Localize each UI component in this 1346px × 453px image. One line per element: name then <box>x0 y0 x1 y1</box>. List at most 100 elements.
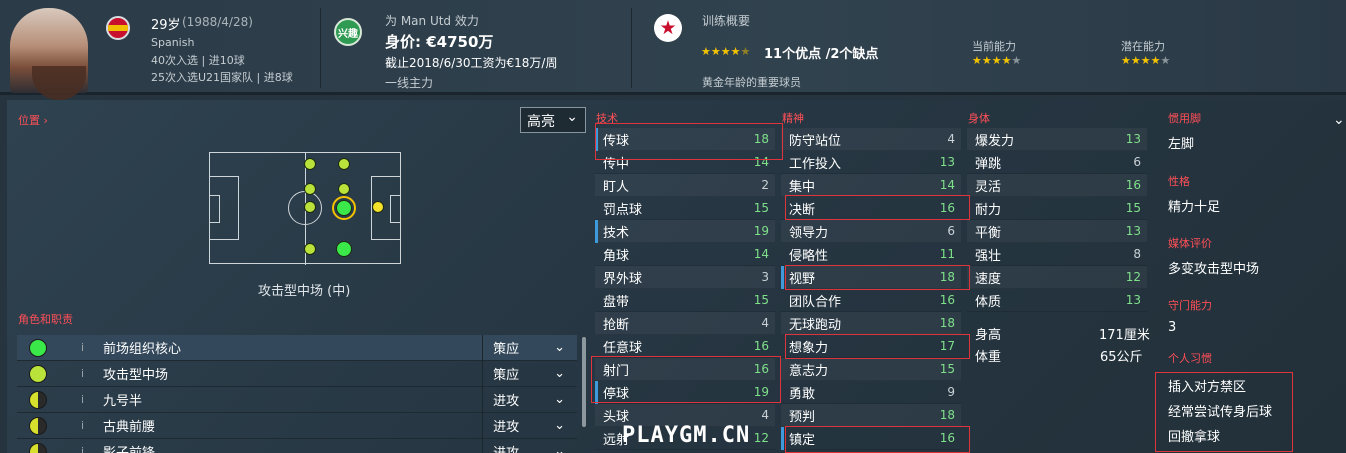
duty-dropdown[interactable]: 进攻 ⌄ <box>482 412 577 439</box>
attribute-row[interactable]: 集中 14 <box>781 174 961 197</box>
roles-list: i前场组织核心策应⌄i攻击型中场策应⌄i九号半进攻⌄i古典前腰进攻⌄i影子前锋进… <box>17 334 577 453</box>
physical-attributes: 爆发力 13 弹跳 6 灵活 16 耐力 15 平衡 13 强壮 8 速度 12 体质 13 <box>967 128 1147 312</box>
attribute-row[interactable]: 预判 18 <box>781 404 961 427</box>
role-row[interactable]: i 前场组织核心 策应 ⌄ <box>17 334 577 361</box>
highlight-dropdown[interactable]: 高亮 ⌄ <box>520 107 586 133</box>
spain-flag-icon <box>106 16 130 40</box>
key-attribute-box <box>785 426 970 453</box>
personality-label: 性格 <box>1168 175 1190 188</box>
attribute-row[interactable]: 技术 19 <box>595 220 775 243</box>
role-suitability-icon <box>29 390 47 409</box>
position-dot <box>304 158 316 170</box>
attribute-value: 16 <box>939 293 955 307</box>
attribute-row[interactable]: 体质 13 <box>967 289 1147 312</box>
role-name: 影子前锋 <box>103 442 482 453</box>
attribute-name: 勇敢 <box>789 386 816 402</box>
attribute-row[interactable]: 爆发力 13 <box>967 128 1147 151</box>
attribute-value: 14 <box>939 178 955 192</box>
gold-age-note: 黄金年龄的重要球员 <box>702 76 801 89</box>
info-icon[interactable]: i <box>81 445 95 453</box>
duty-dropdown[interactable]: 策应 ⌄ <box>482 360 577 387</box>
attribute-value: 4 <box>761 316 769 330</box>
position-dot-selected <box>336 200 352 216</box>
attribute-value: 13 <box>1125 224 1141 238</box>
highlight-bar <box>595 220 598 243</box>
attribute-value: 6 <box>1133 155 1141 169</box>
height-value: 171厘米 <box>1099 328 1150 343</box>
player-photo <box>10 8 88 100</box>
scrollbar[interactable] <box>582 337 586 427</box>
chevron-down-icon[interactable]: ⌄ <box>1333 112 1345 128</box>
attribute-row[interactable]: 平衡 13 <box>967 220 1147 243</box>
attribute-value: 6 <box>947 224 955 238</box>
attribute-name: 集中 <box>789 179 816 195</box>
media-label: 媒体评价 <box>1168 237 1212 250</box>
role-suitability-icon <box>29 416 47 435</box>
attribute-value: 16 <box>1125 178 1141 192</box>
attribute-value: 18 <box>939 316 955 330</box>
role-name: 古典前腰 <box>102 420 155 435</box>
info-icon[interactable]: i <box>81 419 95 432</box>
role-name: 九号半 <box>102 394 142 409</box>
attribute-name: 角球 <box>603 248 630 264</box>
club-badge-icon[interactable]: 兴趣 <box>334 18 362 46</box>
attribute-name: 任意球 <box>603 340 643 356</box>
info-icon[interactable]: i <box>81 393 95 406</box>
attribute-name: 工作投入 <box>789 156 842 172</box>
attribute-name: 速度 <box>975 271 1002 287</box>
attribute-row[interactable]: 领导力 6 <box>781 220 961 243</box>
media-description: 多变攻击型中场 <box>1168 262 1260 277</box>
attribute-name: 侵略性 <box>789 248 829 264</box>
attribute-row[interactable]: 防守站位 4 <box>781 128 961 151</box>
training-title[interactable]: 训练概要 <box>702 12 750 29</box>
attribute-row[interactable]: 耐力 15 <box>967 197 1147 220</box>
preferred-foot-label: 惯用脚 <box>1168 112 1201 125</box>
player-dob: (1988/4/28) <box>182 15 253 29</box>
habit-item: 经常尝试传身后球 <box>1168 405 1273 420</box>
attribute-row[interactable]: 抢断 4 <box>595 312 775 335</box>
role-name: 前场组织核心 <box>102 342 181 357</box>
attribute-value: 14 <box>753 247 769 261</box>
duty-dropdown[interactable]: 进攻 ⌄ <box>482 438 577 453</box>
attribute-row[interactable]: 弹跳 6 <box>967 151 1147 174</box>
info-icon[interactable]: i <box>81 367 95 380</box>
goalkeeping-value: 3 <box>1168 320 1177 335</box>
highlight-bar <box>781 427 784 450</box>
attribute-row[interactable]: 侵略性 11 <box>781 243 961 266</box>
pros-cons: 11个优点 /2个缺点 <box>764 47 879 62</box>
attribute-row[interactable]: 工作投入 13 <box>781 151 961 174</box>
contract-line: 截止2018/6/30工资为€18万/周 <box>385 56 558 70</box>
height-label: 身高 <box>975 328 1002 343</box>
position-label[interactable]: 位置 › <box>18 112 48 128</box>
club-line[interactable]: 为 Man Utd 效力 <box>385 12 479 29</box>
position-dot <box>304 201 316 213</box>
duty-dropdown[interactable]: 进攻 ⌄ <box>482 386 577 413</box>
role-row[interactable]: i 攻击型中场 策应 ⌄ <box>17 360 577 387</box>
attribute-row[interactable]: 勇敢 9 <box>781 381 961 404</box>
attribute-name: 防守站位 <box>789 133 842 149</box>
attribute-row[interactable]: 无球跑动 18 <box>781 312 961 335</box>
attribute-row[interactable]: 界外球 3 <box>595 266 775 289</box>
position-dot <box>336 241 352 257</box>
position-dot <box>304 183 316 195</box>
role-row[interactable]: i 古典前腰 进攻 ⌄ <box>17 412 577 439</box>
attribute-row[interactable]: 灵活 16 <box>967 174 1147 197</box>
attribute-row[interactable]: 盯人 2 <box>595 174 775 197</box>
info-icon[interactable]: i <box>81 341 95 354</box>
attribute-value: 15 <box>939 362 955 376</box>
attribute-row[interactable]: 强壮 8 <box>967 243 1147 266</box>
attribute-row[interactable]: 罚点球 15 <box>595 197 775 220</box>
duty-dropdown[interactable]: 策应 ⌄ <box>482 334 577 361</box>
weight-label: 体重 <box>975 350 1002 365</box>
attribute-value: 13 <box>939 155 955 169</box>
role-row[interactable]: i 影子前锋进攻 ⌄ <box>17 438 577 453</box>
attribute-row[interactable]: 团队合作 16 <box>781 289 961 312</box>
attribute-row[interactable]: 角球 14 <box>595 243 775 266</box>
attribute-row[interactable]: 盘带 15 <box>595 289 775 312</box>
role-row[interactable]: i 九号半 进攻 ⌄ <box>17 386 577 413</box>
potential-ability-label: 潜在能力 <box>1121 40 1165 53</box>
attribute-row[interactable]: 速度 12 <box>967 266 1147 289</box>
attribute-row[interactable]: 意志力 15 <box>781 358 961 381</box>
attribute-row[interactable]: 任意球 16 <box>595 335 775 358</box>
role-name: 攻击型中场 <box>102 368 168 383</box>
